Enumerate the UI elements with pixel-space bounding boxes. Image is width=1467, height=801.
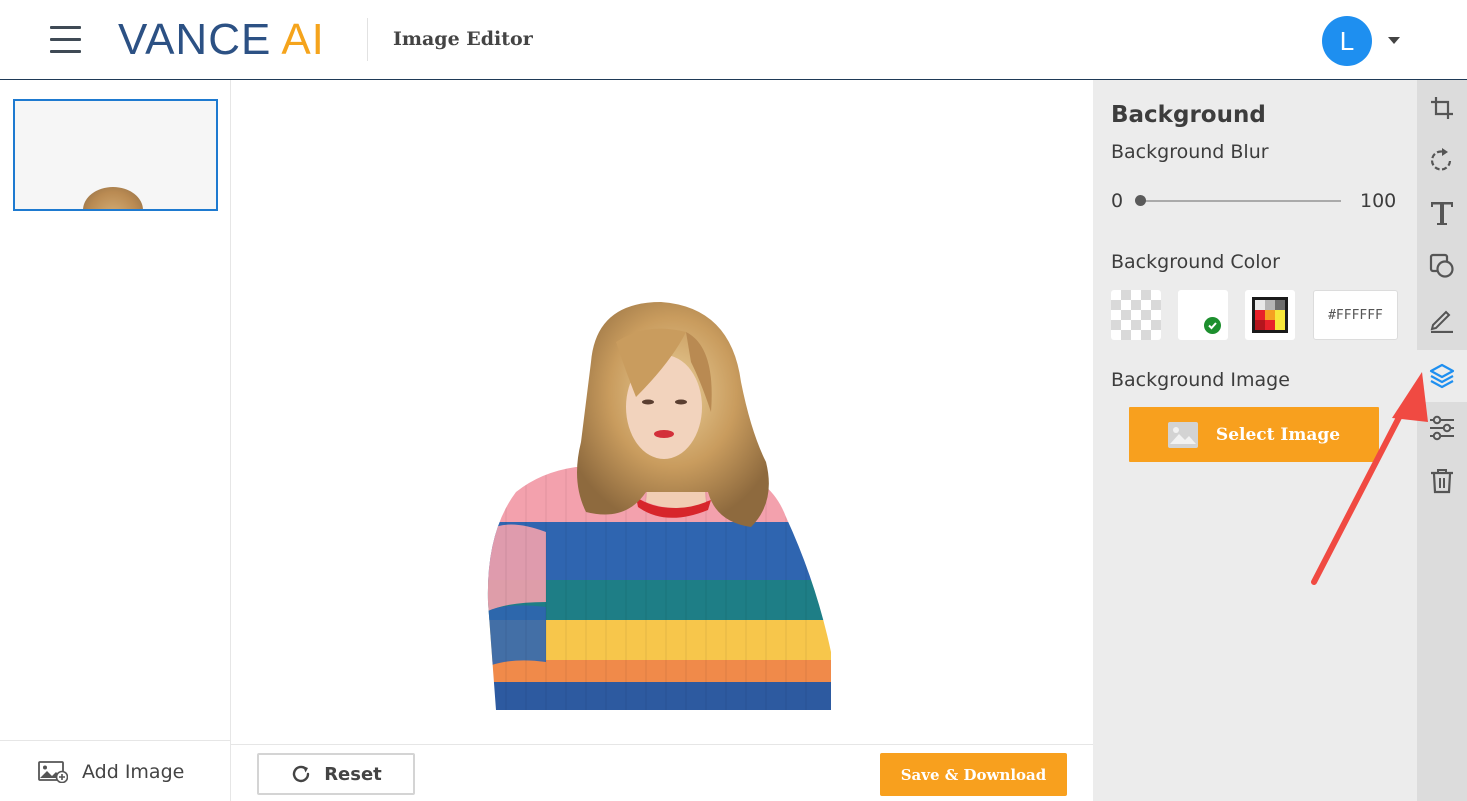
reset-label: Reset (324, 763, 382, 785)
color-label: Background Color (1111, 251, 1280, 273)
rotate-icon (1430, 148, 1452, 171)
subject-image (487, 302, 831, 710)
background-tool[interactable] (1417, 350, 1467, 402)
panel-title: Background (1111, 102, 1266, 128)
add-image-icon (38, 761, 68, 783)
hex-color-input[interactable] (1313, 290, 1398, 340)
color-picker-swatch[interactable] (1245, 290, 1295, 340)
blur-slider-track[interactable] (1140, 200, 1341, 202)
user-avatar[interactable]: L (1322, 16, 1372, 66)
white-swatch[interactable] (1178, 290, 1228, 340)
thumbnail-panel-footer: Add Image (0, 740, 231, 801)
blur-min-label: 0 (1111, 190, 1124, 212)
bottom-toolbar: Reset Save & Download (231, 744, 1093, 801)
thumbnail-preview (83, 187, 143, 209)
add-image-label: Add Image (82, 761, 185, 783)
background-panel: Background Background Blur 0 100 Backgro… (1093, 80, 1417, 801)
add-image-button[interactable]: Add Image (38, 761, 184, 783)
shapes-tool[interactable] (1417, 240, 1467, 292)
editor-canvas[interactable] (231, 80, 1093, 744)
select-image-label: Select Image (1215, 424, 1341, 445)
header-divider (367, 18, 368, 61)
reset-button[interactable]: Reset (257, 753, 415, 795)
select-image-button[interactable]: Select Image (1129, 407, 1379, 462)
crop-tool[interactable] (1417, 82, 1467, 134)
adjust-icon (1430, 415, 1454, 441)
text-tool[interactable] (1417, 187, 1467, 239)
app-title: Image Editor (393, 28, 533, 50)
rotate-tool[interactable] (1417, 134, 1467, 186)
menu-icon[interactable] (50, 26, 82, 54)
color-palette-icon (1252, 297, 1288, 333)
tool-rail (1417, 80, 1467, 801)
logo[interactable]: VANCE AI (118, 15, 325, 64)
draw-icon (1430, 310, 1453, 333)
draw-tool[interactable] (1417, 294, 1467, 346)
logo-secondary: AI (281, 15, 325, 64)
image-icon (1167, 421, 1198, 448)
image-thumbnail[interactable] (13, 99, 218, 211)
blur-label: Background Blur (1111, 141, 1269, 163)
delete-icon (1431, 469, 1453, 494)
blur-max-label: 100 (1360, 190, 1397, 212)
image-label: Background Image (1111, 369, 1290, 391)
transparent-swatch[interactable] (1111, 290, 1161, 340)
delete-tool[interactable] (1417, 455, 1467, 507)
blur-slider-handle[interactable] (1135, 195, 1146, 206)
adjust-tool[interactable] (1417, 402, 1467, 454)
save-download-button[interactable]: Save & Download (880, 753, 1067, 796)
logo-primary: VANCE (118, 15, 272, 64)
layers-icon (1429, 363, 1455, 389)
reset-icon (293, 765, 310, 783)
chevron-down-icon[interactable] (1388, 37, 1400, 44)
shapes-icon (1429, 253, 1454, 278)
crop-icon (1431, 97, 1453, 119)
check-icon (1204, 317, 1221, 334)
thumbnail-panel: Add Image (0, 80, 231, 801)
text-icon (1431, 202, 1453, 225)
header: VANCE AI Image Editor L (0, 0, 1467, 80)
